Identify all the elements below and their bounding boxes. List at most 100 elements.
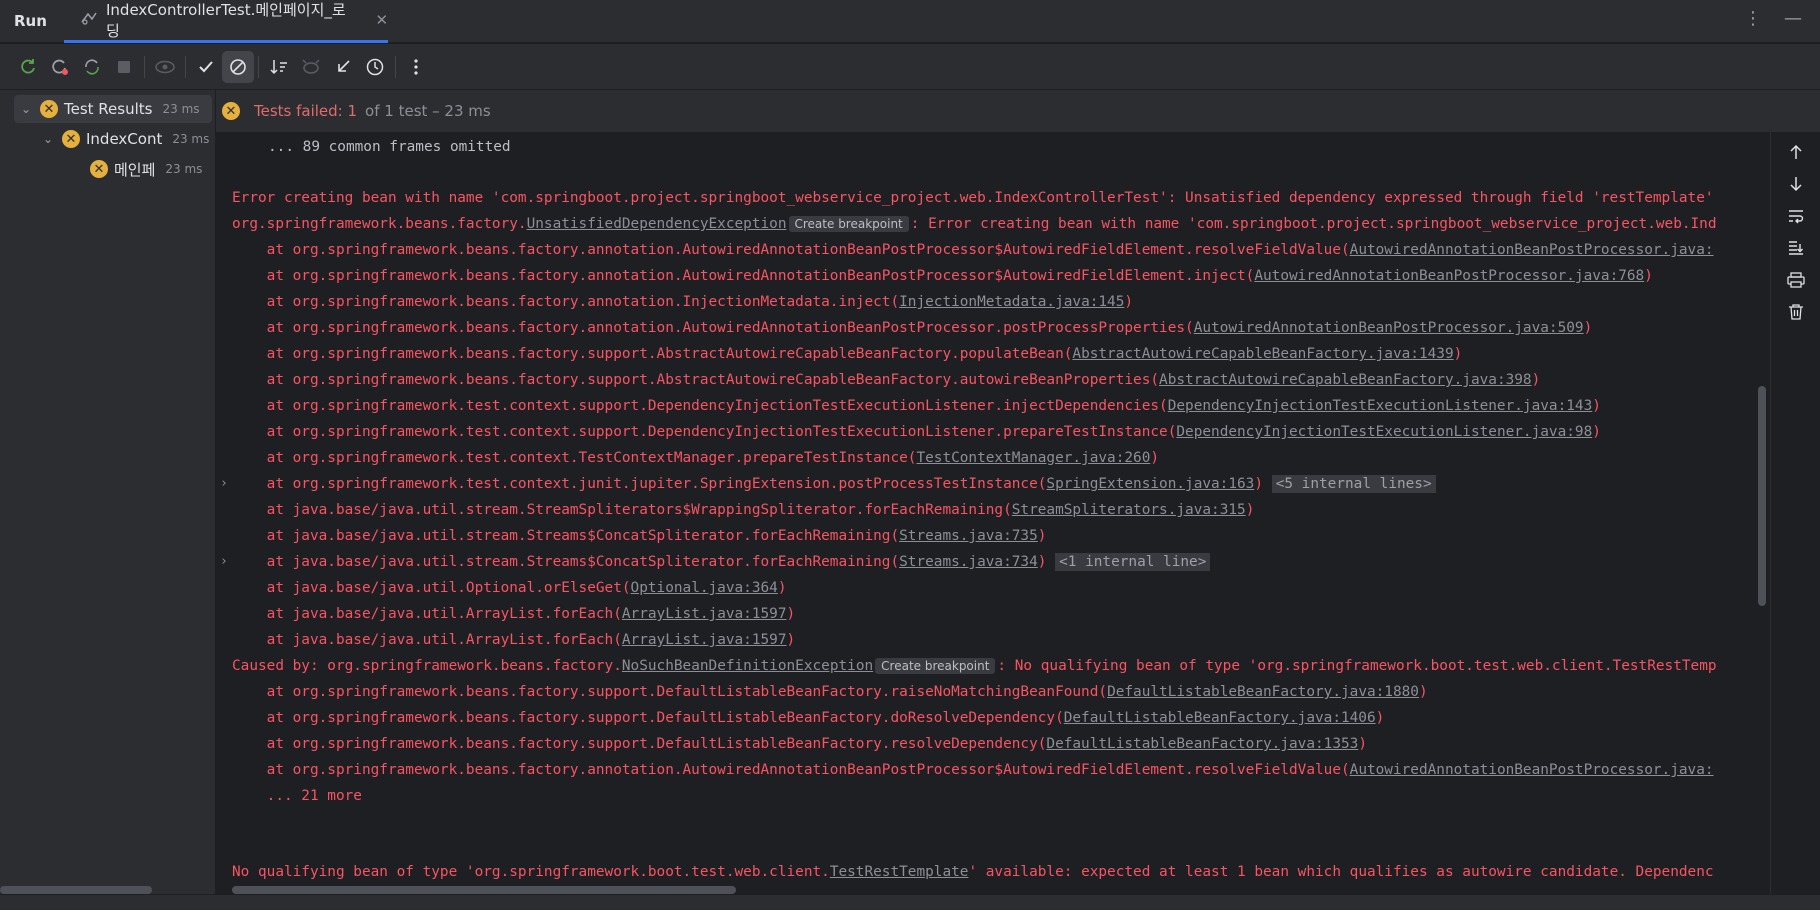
source-link[interactable]: DefaultListableBeanFactory.java:1406 [1064,710,1376,726]
stop-icon[interactable] [108,51,140,83]
failed-icon: ✕ [222,102,240,120]
console-line: at org.springframework.beans.factory.sup… [232,346,1463,362]
tree-horizontal-scrollbar[interactable] [0,886,152,894]
source-link[interactable]: DefaultListableBeanFactory.java:1880 [1107,684,1419,700]
console-line: at java.base/java.util.Optional.orElseGe… [232,580,787,596]
console-line: at org.springframework.beans.factory.sup… [232,372,1541,388]
console-line: at org.springframework.test.context.supp… [232,398,1601,414]
source-link[interactable]: ArrayList.java:1597 [622,606,787,622]
source-link[interactable]: Optional.java:364 [631,580,778,596]
test-duration: 23 ms [172,132,210,146]
toolbar-divider [185,55,186,78]
tree-item-label: 메인페 [114,160,156,179]
more-options-icon[interactable]: ⋮ [1744,8,1762,29]
close-icon[interactable]: ✕ [375,11,388,29]
minimize-icon[interactable]: — [1784,8,1802,29]
scroll-to-end-icon[interactable] [1784,238,1808,258]
source-link[interactable]: StreamSpliterators.java:315 [1012,502,1246,518]
console-line: at org.springframework.test.context.Test… [232,450,1160,466]
show-ignored-icon[interactable] [222,50,254,83]
toolbar-divider [395,55,396,78]
trash-icon[interactable] [1784,302,1808,322]
exception-link[interactable]: NoSuchBeanDefinitionException [622,658,873,674]
arrow-up-icon[interactable] [1784,142,1808,162]
source-link[interactable]: AutowiredAnnotationBeanPostProcessor.jav… [1194,320,1584,336]
source-link[interactable]: Streams.java:735 [899,528,1038,544]
title-bar: Run IndexControllerTest.메인페이지_로딩 ✕ ⋮ — [0,0,1820,43]
internal-lines-fold[interactable]: <1 internal line> [1055,553,1211,571]
console-line: at org.springframework.beans.factory.sup… [232,710,1385,726]
tree-item-test-method[interactable]: ✕ 메인페 23 ms [90,155,212,183]
source-link[interactable]: AutowiredAnnotationBeanPostProcessor.jav… [1350,242,1714,258]
toggle-auto-test-icon[interactable] [76,51,108,83]
source-link[interactable]: ArrayList.java:1597 [622,632,787,648]
import-tests-icon[interactable] [295,51,327,83]
console-line: org.springframework.beans.factory.Unsati… [232,216,1717,232]
class-link[interactable]: TestRestTemplate [830,864,969,880]
console-line: at java.base/java.util.ArrayList.forEach… [232,632,796,648]
sort-icon[interactable] [263,51,295,83]
tree-item-test-class[interactable]: ⌄ ✕ IndexCont 23 ms [40,125,212,153]
failed-icon: ✕ [40,100,58,118]
console-line: at org.springframework.test.context.supp… [232,424,1601,440]
source-link[interactable]: AbstractAutowireCapableBeanFactory.java:… [1159,372,1532,388]
source-link[interactable]: Streams.java:734 [899,554,1038,570]
console-line: at org.springframework.beans.factory.ann… [232,320,1593,336]
create-breakpoint-button[interactable]: Create breakpoint [788,216,909,232]
source-link[interactable]: AutowiredAnnotationBeanPostProcessor.jav… [1350,762,1714,778]
more-actions-icon[interactable] [400,51,432,83]
console-output[interactable]: ... 89 common frames omitted Error creat… [216,132,1770,894]
test-duration: 23 ms [165,162,203,176]
exception-link[interactable]: UnsatisfiedDependencyException [527,216,787,232]
tree-item-label: Test Results [64,100,153,118]
console-line: Error creating bean with name 'com.sprin… [232,190,1714,206]
expand-frames-icon[interactable]: › [220,554,228,569]
console-line: at org.springframework.test.context.juni… [232,473,1436,495]
source-link[interactable]: DependencyInjectionTestExecutionListener… [1176,424,1592,440]
source-link[interactable]: AbstractAutowireCapableBeanFactory.java:… [1072,346,1453,362]
arrow-down-icon[interactable] [1784,174,1808,194]
tree-item-test-results[interactable]: ⌄ ✕ Test Results 23 ms [14,95,212,123]
source-link[interactable]: InjectionMetadata.java:145 [899,294,1124,310]
console-vertical-scrollbar[interactable] [1758,386,1766,606]
print-icon[interactable] [1784,270,1808,290]
source-link[interactable]: AutowiredAnnotationBeanPostProcessor.jav… [1254,268,1644,284]
console-line: at org.springframework.beans.factory.ann… [232,268,1653,284]
tree-item-label: IndexCont [86,130,163,148]
create-breakpoint-button[interactable]: Create breakpoint [875,658,996,674]
run-toolbar [0,44,1820,90]
test-status-bar: ✕ Tests failed: 1 of 1 test – 23 ms [216,90,1820,132]
run-tool-window-title: Run [14,12,47,30]
chevron-down-icon[interactable]: ⌄ [18,102,34,116]
console-line: at java.base/java.util.stream.StreamSpli… [232,502,1255,518]
tests-failed-count: Tests failed: 1 [254,102,358,120]
console-line: at org.springframework.beans.factory.ann… [232,294,1134,310]
console-line: at java.base/java.util.ArrayList.forEach… [232,606,796,622]
console-line: at org.springframework.beans.factory.ann… [232,242,1714,258]
collapse-icon[interactable] [327,51,359,83]
internal-lines-fold[interactable]: <5 internal lines> [1271,475,1436,493]
source-link[interactable]: DefaultListableBeanFactory.java:1353 [1046,736,1358,752]
history-icon[interactable] [359,51,391,83]
source-link[interactable]: DependencyInjectionTestExecutionListener… [1168,398,1593,414]
console-line: No qualifying bean of type 'org.springfr… [232,864,1714,880]
rerun-failed-icon[interactable] [44,51,76,83]
chevron-down-icon[interactable]: ⌄ [40,132,56,146]
toolbar-divider [258,55,259,78]
status-bar [0,894,1820,910]
console-side-toolbar [1770,132,1820,894]
checkmark-icon[interactable] [190,51,222,83]
console-line: Caused by: org.springframework.beans.fac… [232,658,1717,674]
console-line: ... 89 common frames omitted [268,139,511,155]
soft-wrap-icon[interactable] [1784,206,1808,226]
failed-icon: ✕ [62,130,80,148]
rerun-icon[interactable] [12,51,44,83]
test-config-icon [80,10,98,30]
expand-frames-icon[interactable]: › [220,476,228,491]
source-link[interactable]: TestContextManager.java:260 [916,450,1150,466]
test-tree: ⌄ ✕ Test Results 23 ms ⌄ ✕ IndexCont 23 … [0,90,216,894]
run-config-tab[interactable]: IndexControllerTest.메인페이지_로딩 ✕ [64,0,388,43]
console-horizontal-scrollbar[interactable] [232,886,736,894]
source-link[interactable]: SpringExtension.java:163 [1046,476,1254,492]
show-passed-icon[interactable] [149,51,181,83]
